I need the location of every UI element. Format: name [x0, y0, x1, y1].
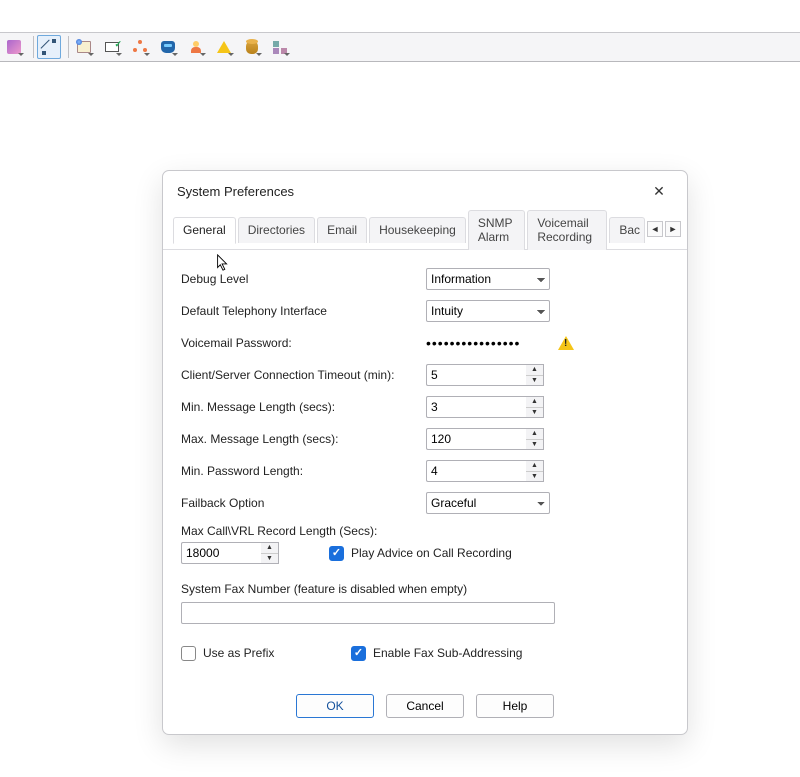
- dialog-content: Debug Level Information Default Telephon…: [163, 250, 687, 686]
- tab-snmp-alarm[interactable]: SNMP Alarm: [468, 210, 526, 250]
- toolbar-monitor-icon[interactable]: [100, 35, 124, 59]
- checkbox-icon: [329, 546, 344, 561]
- spin-down[interactable]: ▼: [526, 408, 543, 418]
- play-advice-label: Play Advice on Call Recording: [351, 546, 512, 560]
- dialog-button-row: OK Cancel Help: [163, 686, 687, 734]
- max-call-length-input[interactable]: [181, 542, 261, 564]
- tab-bar: General Directories Email Housekeeping S…: [163, 209, 687, 250]
- tab-scroll-left[interactable]: ◄: [647, 221, 663, 237]
- enable-fax-subaddressing-checkbox[interactable]: Enable Fax Sub-Addressing: [351, 646, 522, 661]
- use-as-prefix-checkbox[interactable]: Use as Prefix: [181, 646, 351, 661]
- voicemail-password-input[interactable]: [426, 332, 546, 354]
- play-advice-checkbox[interactable]: Play Advice on Call Recording: [329, 546, 512, 561]
- ok-button[interactable]: OK: [296, 694, 374, 718]
- max-message-length-input[interactable]: [426, 428, 526, 450]
- tab-housekeeping[interactable]: Housekeeping: [369, 217, 466, 243]
- tab-general[interactable]: General: [173, 217, 236, 244]
- tab-backup[interactable]: Bac: [609, 217, 645, 243]
- toolbar-database-icon[interactable]: [240, 35, 264, 59]
- cancel-button[interactable]: Cancel: [386, 694, 464, 718]
- tab-email[interactable]: Email: [317, 217, 367, 243]
- toolbar-user-icon[interactable]: [184, 35, 208, 59]
- spin-down[interactable]: ▼: [526, 376, 543, 386]
- close-icon: ✕: [653, 183, 665, 200]
- checkbox-icon: [181, 646, 196, 661]
- spin-up[interactable]: ▲: [526, 365, 543, 376]
- telephony-interface-label: Default Telephony Interface: [181, 304, 426, 318]
- system-fax-number-input[interactable]: [181, 602, 555, 624]
- connection-timeout-spinner[interactable]: ▲▼: [426, 364, 544, 386]
- toolbar-warning-icon[interactable]: [212, 35, 236, 59]
- spin-up[interactable]: ▲: [526, 397, 543, 408]
- spin-down[interactable]: ▼: [526, 440, 543, 450]
- min-message-length-label: Min. Message Length (secs):: [181, 400, 426, 414]
- dialog-titlebar: System Preferences ✕: [163, 171, 687, 209]
- min-password-length-input[interactable]: [426, 460, 526, 482]
- enable-fax-subaddressing-label: Enable Fax Sub-Addressing: [373, 646, 522, 660]
- warning-icon: [558, 336, 574, 350]
- debug-level-select[interactable]: Information: [426, 268, 550, 290]
- min-password-length-label: Min. Password Length:: [181, 464, 426, 478]
- spin-up[interactable]: ▲: [526, 461, 543, 472]
- min-message-length-spinner[interactable]: ▲▼: [426, 396, 544, 418]
- toolbar-boxes-icon[interactable]: [268, 35, 292, 59]
- close-button[interactable]: ✕: [643, 179, 675, 203]
- dialog-title: System Preferences: [177, 184, 294, 199]
- use-as-prefix-label: Use as Prefix: [203, 646, 274, 660]
- debug-level-label: Debug Level: [181, 272, 426, 286]
- max-call-length-spinner[interactable]: ▲▼: [181, 542, 279, 564]
- spin-down[interactable]: ▼: [526, 472, 543, 482]
- voicemail-password-label: Voicemail Password:: [181, 336, 426, 350]
- failback-option-select[interactable]: Graceful: [426, 492, 550, 514]
- toolbar-split-icon[interactable]: [2, 35, 26, 59]
- connection-timeout-label: Client/Server Connection Timeout (min):: [181, 368, 426, 382]
- failback-option-label: Failback Option: [181, 496, 426, 510]
- tab-directories[interactable]: Directories: [238, 217, 315, 243]
- tab-voicemail-recording[interactable]: Voicemail Recording: [527, 210, 607, 250]
- toolbar-connector-icon[interactable]: [37, 35, 61, 59]
- toolbar-phone-icon[interactable]: [156, 35, 180, 59]
- max-message-length-spinner[interactable]: ▲▼: [426, 428, 544, 450]
- tab-scroll-right[interactable]: ►: [665, 221, 681, 237]
- toolbar-nodes-icon[interactable]: [128, 35, 152, 59]
- connection-timeout-input[interactable]: [426, 364, 526, 386]
- checkbox-icon: [351, 646, 366, 661]
- toolbar-server-icon[interactable]: [72, 35, 96, 59]
- help-button[interactable]: Help: [476, 694, 554, 718]
- max-call-length-label: Max Call\VRL Record Length (Secs):: [181, 524, 669, 538]
- spin-up[interactable]: ▲: [261, 543, 278, 554]
- telephony-interface-select[interactable]: Intuity: [426, 300, 550, 322]
- spin-up[interactable]: ▲: [526, 429, 543, 440]
- main-toolbar: [0, 32, 800, 62]
- spin-down[interactable]: ▼: [261, 554, 278, 564]
- system-fax-number-label: System Fax Number (feature is disabled w…: [181, 582, 669, 596]
- max-message-length-label: Max. Message Length (secs):: [181, 432, 426, 446]
- min-password-length-spinner[interactable]: ▲▼: [426, 460, 544, 482]
- min-message-length-input[interactable]: [426, 396, 526, 418]
- system-preferences-dialog: System Preferences ✕ General Directories…: [162, 170, 688, 735]
